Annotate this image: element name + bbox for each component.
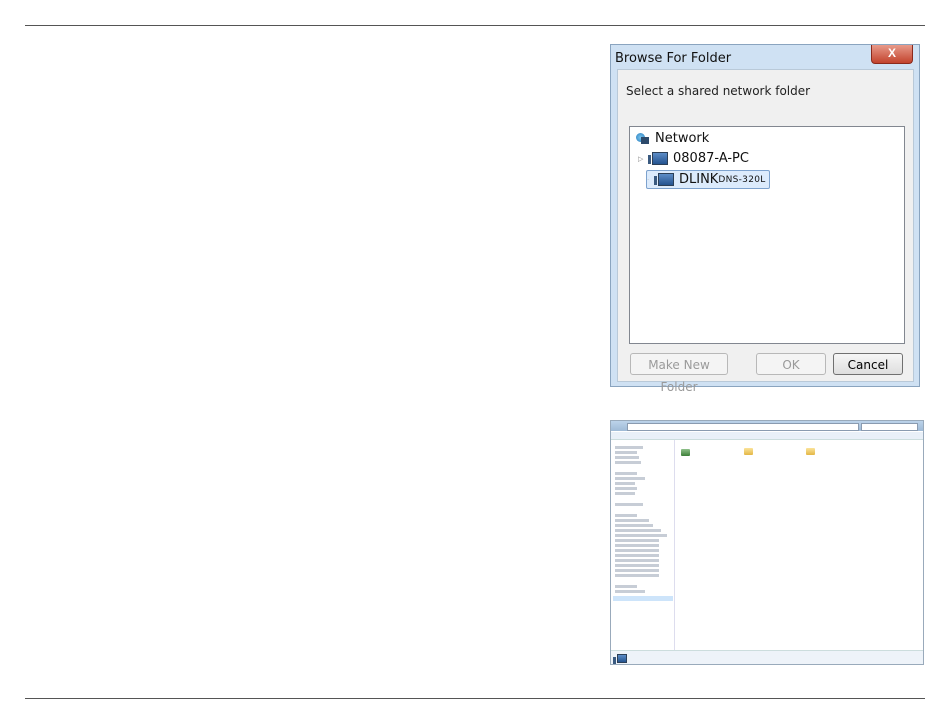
tree-item-08087-a-pc[interactable]: ▷ 08087-A-PC xyxy=(638,151,749,166)
network-share-icon[interactable] xyxy=(681,449,690,456)
details-pane xyxy=(611,650,923,664)
explorer-window xyxy=(610,420,924,665)
tree-item-dlink[interactable]: · DLINK DNS-320L xyxy=(646,170,770,189)
ok-button[interactable]: OK xyxy=(756,353,826,375)
tree-item-model: DNS-320L xyxy=(718,174,766,185)
browse-for-folder-dialog: Browse For Folder X Select a shared netw… xyxy=(610,44,920,394)
explorer-title-bar xyxy=(611,421,923,431)
folder-icon[interactable] xyxy=(744,448,753,455)
top-rule xyxy=(25,25,925,26)
computer-icon xyxy=(613,654,627,664)
cancel-button[interactable]: Cancel xyxy=(833,353,903,375)
bottom-rule xyxy=(25,698,925,699)
navigation-pane xyxy=(611,440,675,652)
folder-tree[interactable]: Network ▷ 08087-A-PC · DLINK DNS-320L xyxy=(629,126,905,344)
address-bar[interactable] xyxy=(627,423,859,431)
tree-item-label: DLINK xyxy=(679,172,719,187)
tree-item-label: 08087-A-PC xyxy=(673,151,749,166)
dialog-title: Browse For Folder xyxy=(615,51,732,66)
folder-icon[interactable] xyxy=(806,448,815,455)
dialog-instruction: Select a shared network folder xyxy=(626,84,811,98)
close-button[interactable]: X xyxy=(871,45,913,64)
network-icon xyxy=(636,132,650,145)
search-box[interactable] xyxy=(861,423,918,431)
computer-icon xyxy=(648,152,668,165)
explorer-toolbar xyxy=(611,432,923,440)
dialog-body: Select a shared network folder Network ▷… xyxy=(617,69,914,394)
tree-item-label: Network xyxy=(655,131,710,146)
computer-icon xyxy=(654,173,674,186)
make-new-folder-button[interactable]: Make New Folder xyxy=(630,353,728,394)
expand-arrow-icon[interactable]: ▷ xyxy=(638,155,646,163)
tree-item-network[interactable]: Network xyxy=(636,131,709,146)
